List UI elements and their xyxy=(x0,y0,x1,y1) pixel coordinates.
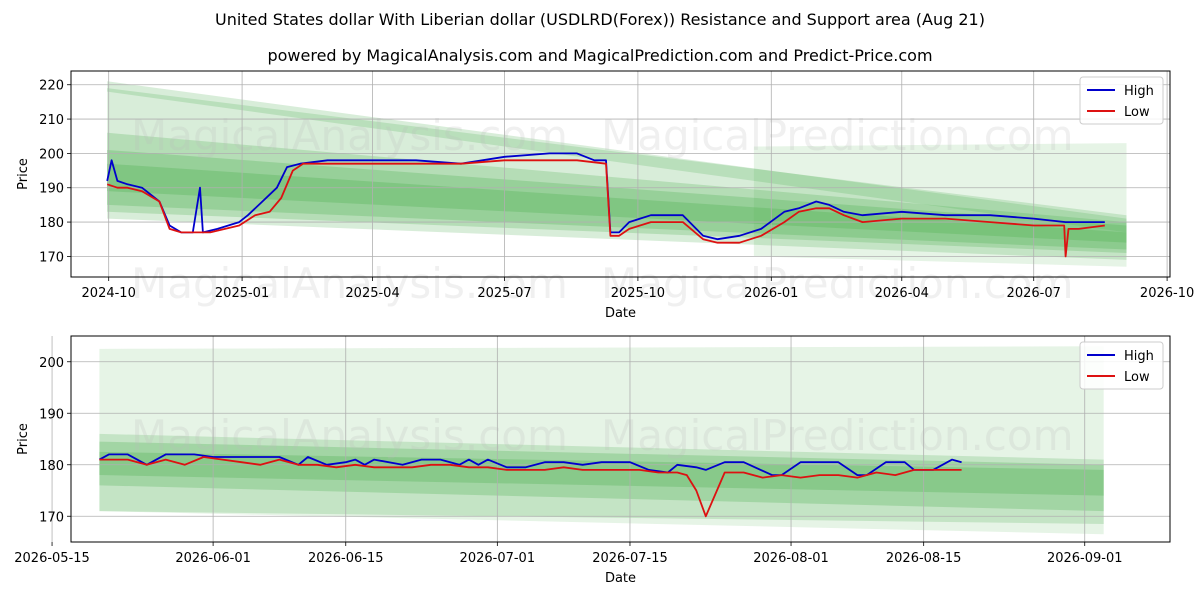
chart-1: MagicalAnalysis.com MagicalPrediction.com… xyxy=(16,70,1194,321)
x-tick-label: 2026-06-15 xyxy=(308,551,384,566)
watermark: MagicalPrediction.com xyxy=(601,111,1074,160)
watermark: MagicalPrediction.com xyxy=(601,411,1074,460)
x-tick-label: 2026-08-01 xyxy=(753,551,829,566)
x-axis-label: Date xyxy=(605,571,636,586)
y-axis-label: Price xyxy=(16,423,31,455)
watermark: MagicalAnalysis.com xyxy=(131,411,568,460)
x-tick-label: 2026-06-01 xyxy=(175,551,251,566)
x-tick-label: 2025-01 xyxy=(215,286,269,301)
x-tick-label: 2026-09-01 xyxy=(1047,551,1123,566)
x-tick-label: 2025-07 xyxy=(477,286,531,301)
y-tick-label: 180 xyxy=(39,216,64,231)
y-tick-label: 170 xyxy=(39,510,64,525)
y-tick-label: 220 xyxy=(39,79,64,94)
y-tick-label: 200 xyxy=(39,147,64,162)
legend: High Low xyxy=(1079,341,1164,390)
x-tick-label: 2025-04 xyxy=(345,286,399,301)
chart-canvas: MagicalAnalysis.com MagicalPrediction.com… xyxy=(14,70,1194,586)
x-tick-label: 2026-05-15 xyxy=(14,551,90,566)
legend-label-high: High xyxy=(1124,349,1154,364)
x-tick-label: 2026-07 xyxy=(1007,286,1061,301)
legend-label-low: Low xyxy=(1124,370,1150,385)
x-tick-label: 2026-08-15 xyxy=(886,551,962,566)
x-tick-label: 2026-07-01 xyxy=(460,551,536,566)
legend: High Low xyxy=(1079,76,1164,125)
y-axis-label: Price xyxy=(16,158,31,190)
x-tick-label: 2026-10 xyxy=(1140,286,1194,301)
chart-2: MagicalAnalysis.com MagicalPrediction.com… xyxy=(14,335,1171,586)
y-tick-label: 210 xyxy=(39,113,64,128)
x-tick-label: 2026-01 xyxy=(744,286,798,301)
y-tick-label: 200 xyxy=(39,356,64,371)
watermark: MagicalPrediction.com xyxy=(601,259,1074,308)
y-tick-label: 180 xyxy=(39,459,64,474)
legend-label-high: High xyxy=(1124,84,1154,99)
watermark: MagicalAnalysis.com xyxy=(131,111,568,160)
legend-label-low: Low xyxy=(1124,105,1150,120)
x-axis-label: Date xyxy=(605,306,636,321)
band-group xyxy=(107,81,1127,267)
x-tick-label: 2026-07-15 xyxy=(592,551,668,566)
y-tick-label: 190 xyxy=(39,407,64,422)
y-tick-label: 170 xyxy=(39,250,64,265)
x-tick-label: 2025-10 xyxy=(611,286,665,301)
y-tick-label: 190 xyxy=(39,182,64,197)
x-tick-label: 2024-10 xyxy=(82,286,136,301)
x-tick-label: 2026-04 xyxy=(875,286,929,301)
